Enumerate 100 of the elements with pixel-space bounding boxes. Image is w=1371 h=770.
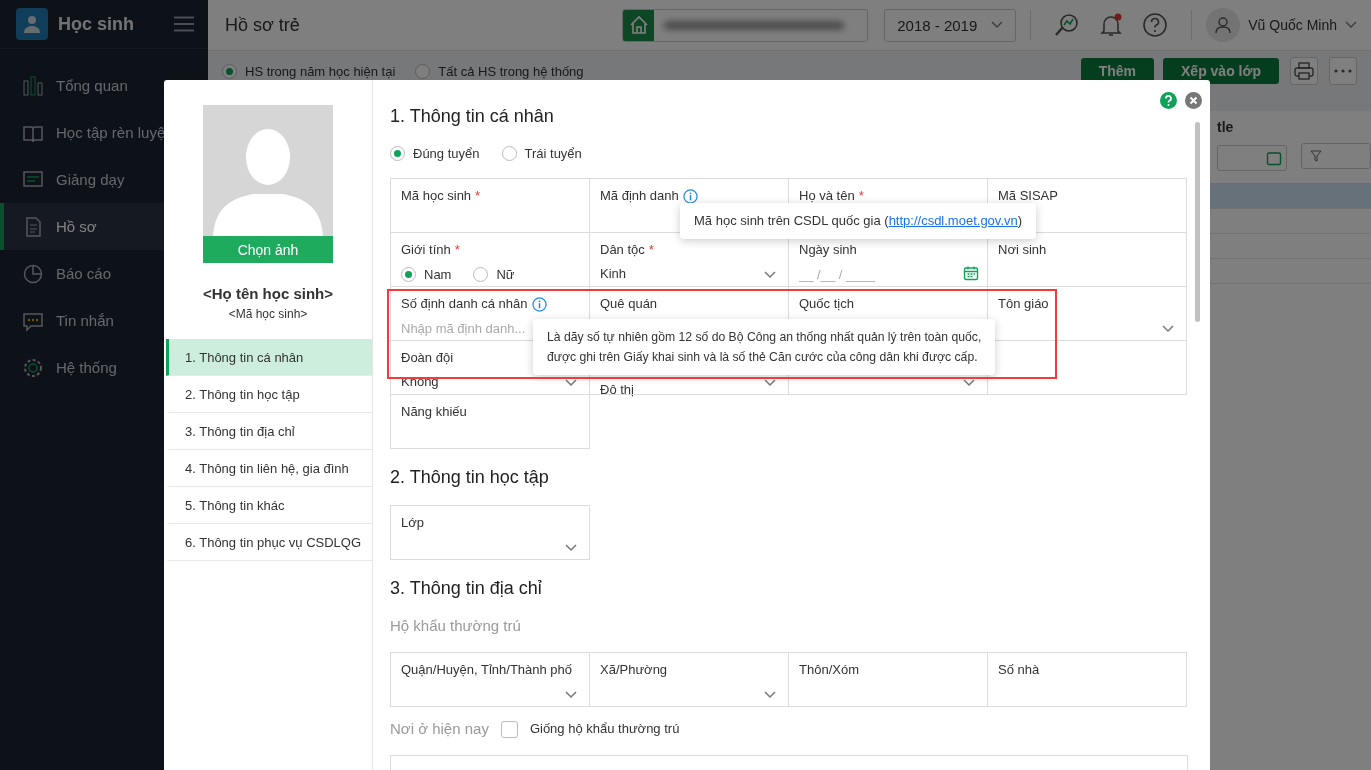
more-button[interactable] — [1329, 57, 1357, 85]
section-tab[interactable]: 1. Thông tin cá nhân — [166, 339, 372, 376]
bell-icon[interactable] — [1098, 12, 1125, 38]
checkbox[interactable] — [500, 720, 518, 738]
radio-button[interactable] — [415, 63, 431, 79]
field-label: Họ và tên — [799, 187, 855, 205]
section-tab[interactable]: 3. Thông tin địa chỉ — [166, 413, 372, 450]
radio-button[interactable] — [222, 63, 237, 79]
field-label: Lớp — [401, 514, 424, 532]
field-label: Xã/Phường — [600, 661, 668, 679]
date-field[interactable]: __ /__ / ____ — [799, 265, 949, 283]
action-button[interactable]: Xếp vào lớp — [1163, 58, 1279, 84]
sidebar-item[interactable]: Tổng quan — [0, 62, 208, 109]
home-icon[interactable] — [628, 15, 649, 35]
radio-button[interactable] — [390, 145, 405, 161]
field-label: Mã học sinh — [401, 187, 472, 205]
field-label: Đoàn đội — [401, 349, 454, 367]
field-label: Số định danh cá nhân — [401, 295, 528, 313]
field-label: Mã định danh — [600, 187, 679, 205]
nav-icon — [22, 74, 44, 97]
section-tab[interactable]: 2. Thông tin học tập — [166, 376, 372, 413]
help-icon[interactable] — [1160, 92, 1177, 109]
student-code: <Mã học sinh> — [228, 307, 308, 321]
field-label: Năng khiếu — [401, 403, 467, 421]
section-tab[interactable]: 5. Thông tin khác — [166, 487, 372, 524]
avatar[interactable] — [1206, 8, 1241, 42]
more-icon[interactable] — [1334, 69, 1352, 73]
help-icon[interactable] — [1142, 12, 1169, 38]
nav-icon — [22, 356, 44, 379]
radio-label: HS trong năm học hiện tại — [245, 63, 396, 79]
tooltip: Là dãy số tự nhiên gồm 12 số do Bộ Công an thống nhất quản lý trên toàn quốc, được ghi trên Giấy khai sinh và là số thẻ Căn cước của công dân khi được cấp. — [533, 319, 996, 375]
subsection-label: Nơi ở hiện nay — [390, 719, 489, 739]
field-label: Quê quán — [600, 295, 658, 313]
sidebar-item[interactable]: Giảng dạy — [0, 156, 208, 203]
chevron-icon[interactable] — [764, 691, 776, 699]
print-icon[interactable] — [1294, 62, 1314, 80]
student-name: <Họ tên học sinh> — [203, 285, 333, 302]
chevron-icon[interactable] — [565, 379, 577, 387]
field-label: Nơi sinh — [998, 241, 1047, 259]
chevron-icon[interactable] — [963, 379, 975, 387]
section-heading: 3. Thông tin địa chỉ — [390, 577, 543, 600]
chevron-icon[interactable] — [565, 544, 577, 552]
section-heading: 2. Thông tin học tập — [390, 466, 550, 489]
field-label: Giới tính — [401, 241, 451, 259]
menu-icon[interactable] — [174, 16, 194, 32]
close-icon[interactable] — [1185, 92, 1202, 109]
field-label: Mã SISAP — [998, 187, 1058, 205]
required-mark: * — [454, 241, 460, 259]
radio-button[interactable] — [473, 266, 489, 282]
nav-icon — [22, 262, 44, 285]
field-label: Ngày sinh — [799, 241, 857, 259]
radio-label: Nữ — [496, 266, 515, 282]
scrollbar[interactable] — [1195, 122, 1200, 322]
required-mark: * — [858, 187, 864, 205]
select-field[interactable]: Quận/Huyện, Tỉnh/Thành phố — [390, 652, 590, 707]
app-logo — [16, 8, 48, 40]
radio-label: Tất cả HS trong hệ thống — [438, 63, 584, 79]
required-mark: * — [475, 187, 481, 205]
tooltip: Mã học sinh trên CSDL quốc gia (http://csdl.moet.gov.vn) — [680, 203, 1037, 239]
year-select[interactable]: 2018 - 2019 — [884, 8, 1017, 42]
filter-field[interactable] — [1301, 143, 1371, 169]
field-label: Số nhà — [998, 661, 1040, 679]
field-label: Dân tộc — [600, 241, 645, 259]
radio-label: Trái tuyển — [524, 145, 582, 161]
page-title: Hồ sơ trẻ — [225, 14, 301, 36]
field-label: Quận/Huyện, Tỉnh/Thành phố — [401, 661, 573, 679]
required-mark: * — [648, 241, 654, 259]
radio-label: Đúng tuyển — [413, 145, 480, 161]
app-title: Học sinh — [58, 13, 135, 35]
field-label: Thôn/Xóm — [799, 661, 859, 679]
chevron-icon[interactable] — [764, 271, 776, 279]
filter-icon[interactable] — [1310, 150, 1322, 162]
select-field[interactable]: Lớp — [390, 505, 590, 560]
radio-button[interactable] — [401, 266, 416, 282]
sidebar-item[interactable]: Học tập rèn luyệ — [0, 109, 208, 156]
info-icon[interactable] — [682, 188, 698, 204]
chevron-icon[interactable] — [764, 379, 776, 387]
field-label: Tôn giáo — [998, 295, 1049, 313]
choose-photo-button[interactable]: Chọn ảnh — [203, 236, 333, 263]
chevron-icon[interactable] — [1345, 21, 1357, 29]
chevron-icon[interactable] — [1162, 325, 1174, 333]
radio-label: Nam — [424, 266, 452, 282]
section-heading: 1. Thông tin cá nhân — [390, 105, 555, 128]
link[interactable]: http://csdl.moet.gov.vn — [888, 213, 1018, 228]
print-button[interactable] — [1290, 57, 1318, 85]
select-field[interactable]: Xã/Phường — [589, 652, 789, 707]
chevron-icon[interactable] — [565, 691, 577, 699]
section-tab[interactable]: 6. Thông tin phục vụ CSDLQG — [166, 524, 372, 561]
column-header: tle — [1217, 119, 1235, 135]
school-field[interactable] — [622, 8, 869, 42]
chevron-icon[interactable] — [991, 21, 1004, 29]
radio-button[interactable] — [501, 145, 517, 161]
subsection-label: Hộ khẩu thường trú — [390, 616, 522, 636]
info-icon[interactable] — [531, 296, 547, 312]
user-name[interactable]: Vũ Quốc Minh — [1248, 17, 1337, 33]
checkbox-label: Giống hộ khẩu thường trú — [529, 720, 680, 738]
search-chart-icon[interactable] — [1054, 12, 1081, 38]
field-label: Quốc tịch — [799, 295, 854, 313]
section-tab[interactable]: 4. Thông tin liên hệ, gia đình — [166, 450, 372, 487]
date-filter[interactable] — [1217, 145, 1287, 171]
